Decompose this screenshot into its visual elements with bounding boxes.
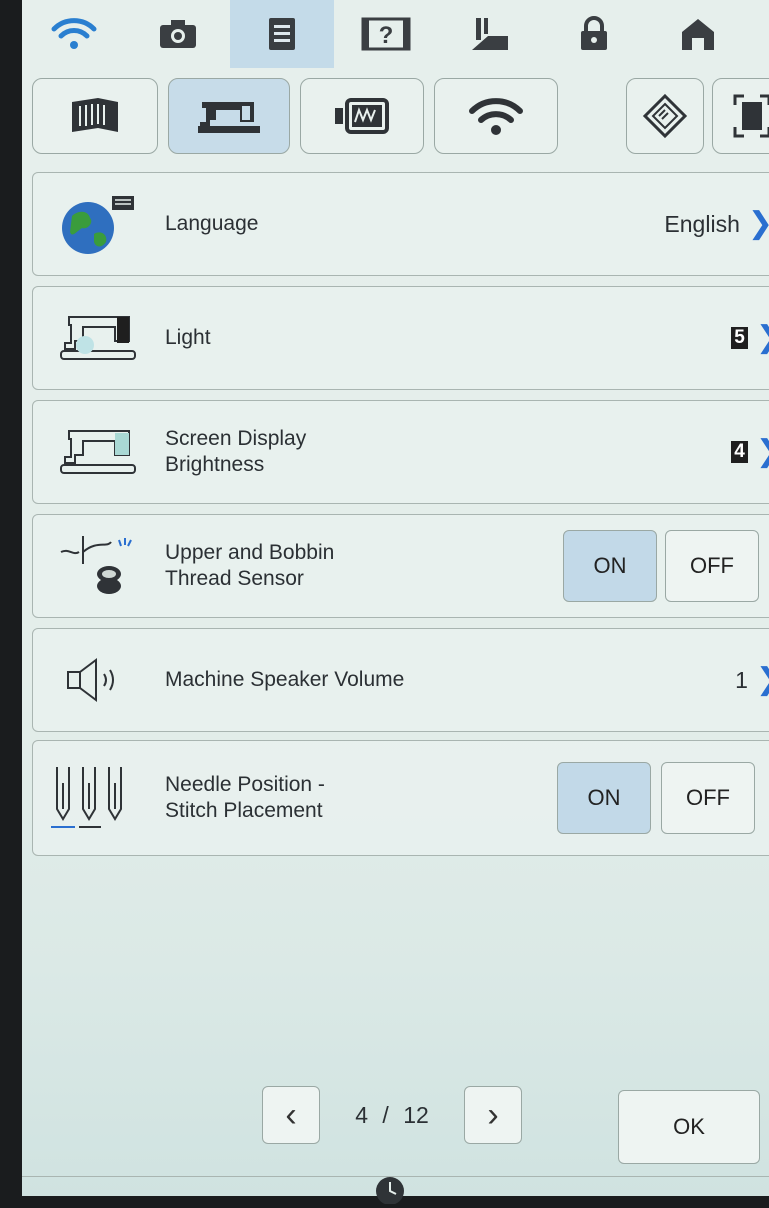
setting-row-screen-brightness[interactable]: Screen Display Brightness 4 ❯ — [32, 400, 769, 504]
chevron-right-icon[interactable]: ❯ — [756, 323, 769, 353]
screen-brightness-value: 4 — [731, 441, 748, 463]
speaker-icon — [53, 645, 143, 715]
camera-button[interactable] — [126, 0, 230, 68]
help-icon: ? — [361, 17, 411, 51]
clock-icon[interactable] — [370, 1174, 410, 1204]
help-button[interactable]: ? — [334, 0, 438, 68]
setting-row-language[interactable]: Language English ❯ — [32, 172, 769, 276]
tab-camera-settings[interactable] — [626, 78, 704, 154]
light-value: 5 — [731, 327, 748, 349]
svg-text:?: ? — [379, 22, 394, 49]
screen-brightness-icon — [53, 417, 143, 487]
embroidery-settings-icon — [335, 98, 389, 134]
device-bezel — [0, 0, 22, 1208]
thread-sensor-on-button[interactable]: ON — [563, 530, 657, 602]
page-indicator: 4 / 12 — [320, 1102, 464, 1129]
top-toolbar: ? — [22, 0, 769, 68]
category-tabs — [22, 74, 769, 158]
machine-settings-icon — [198, 102, 260, 133]
stitch-settings-icon — [72, 98, 118, 132]
frame-settings-icon — [733, 94, 769, 138]
speaker-volume-value: 1 — [735, 666, 748, 693]
presser-foot-button[interactable] — [438, 0, 542, 68]
home-icon — [682, 19, 714, 50]
language-value: English — [664, 210, 740, 237]
needle-position-off-button[interactable]: OFF — [661, 762, 755, 834]
wifi-icon — [51, 18, 97, 49]
previous-page-button[interactable]: ‹ — [262, 1086, 320, 1144]
wifi-button[interactable] — [22, 0, 126, 68]
screen-brightness-label: Screen Display Brightness — [165, 427, 307, 476]
page-current: 4 — [355, 1101, 369, 1128]
lock-button[interactable] — [542, 0, 646, 68]
needle-position-icon — [47, 763, 137, 833]
chevron-right-icon[interactable]: ❯ — [748, 209, 769, 239]
next-page-button[interactable]: › — [464, 1086, 522, 1144]
lock-icon — [581, 16, 607, 50]
chevron-right-icon[interactable]: ❯ — [756, 665, 769, 695]
settings-screen: ? Language English Light 5 Screen Displa… — [0, 0, 769, 1208]
chevron-left-icon: ‹ — [285, 1095, 297, 1134]
thread-sensor-label: Upper and Bobbin Thread Sensor — [165, 541, 335, 590]
chevron-right-icon[interactable]: ❯ — [756, 437, 769, 467]
needle-position-label: Needle Position - Stitch Placement — [165, 773, 325, 822]
camera-icon — [160, 20, 196, 48]
setting-row-thread-sensor: Upper and Bobbin Thread Sensor ON OFF — [32, 514, 769, 618]
ok-button[interactable]: OK — [618, 1090, 760, 1164]
page-separator: / — [382, 1101, 389, 1128]
globe-icon — [53, 189, 143, 259]
settings-page-icon — [269, 18, 295, 50]
setting-row-needle-position: Needle Position - Stitch Placement ON OF… — [32, 740, 769, 856]
needle-position-on-button[interactable]: ON — [557, 762, 651, 834]
speaker-volume-label: Machine Speaker Volume — [165, 668, 405, 691]
camera-settings-icon — [642, 93, 688, 139]
machine-light-icon — [53, 303, 143, 373]
wifi-settings-icon — [469, 98, 523, 135]
chevron-right-icon: › — [487, 1095, 499, 1134]
language-label: Language — [165, 212, 259, 235]
tab-embroidery-settings[interactable] — [300, 78, 424, 154]
tab-machine-settings[interactable] — [168, 78, 290, 154]
thread-sensor-icon — [53, 531, 143, 601]
settings-page-button[interactable] — [230, 0, 334, 68]
page-total: 12 — [403, 1101, 429, 1128]
pagination: ‹ 4 / 12 › — [262, 1086, 522, 1144]
presser-foot-icon — [472, 18, 508, 50]
light-label: Light — [165, 326, 211, 349]
setting-row-light[interactable]: Light 5 ❯ — [32, 286, 769, 390]
tab-wifi-settings[interactable] — [434, 78, 558, 154]
thread-sensor-off-button[interactable]: OFF — [665, 530, 759, 602]
tab-stitch-settings[interactable] — [32, 78, 158, 154]
tab-frame-settings[interactable] — [712, 78, 769, 154]
setting-row-speaker-volume[interactable]: Machine Speaker Volume 1 ❯ — [32, 628, 769, 732]
home-button[interactable] — [646, 0, 750, 68]
